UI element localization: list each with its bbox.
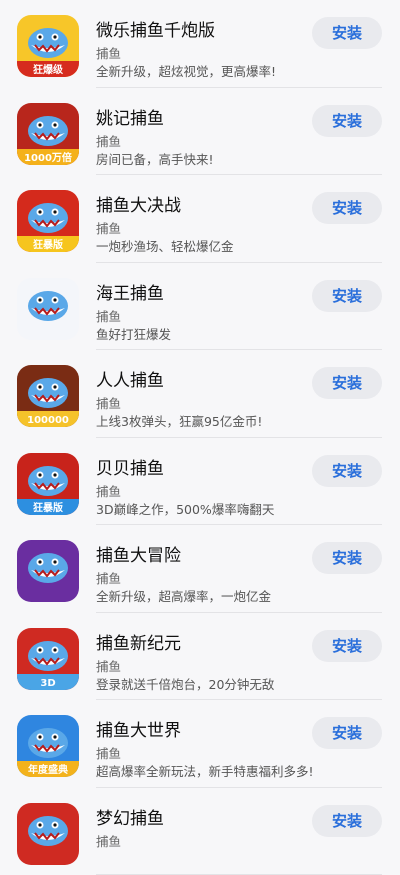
app-list: 狂爆级 微乐捕鱼千炮版 捕鱼 全新升级，超炫视觉，更高爆率! 安装 1000万倍… bbox=[0, 0, 400, 875]
app-icon[interactable] bbox=[17, 278, 79, 340]
app-title: 人人捕鱼 bbox=[96, 366, 164, 391]
app-description: 全新升级，超炫视觉，更高爆率! bbox=[96, 61, 276, 80]
svg-text:年度盛典: 年度盛典 bbox=[28, 763, 68, 776]
app-title: 捕鱼大决战 bbox=[96, 191, 181, 216]
svg-text:狂暴版: 狂暴版 bbox=[33, 501, 63, 514]
install-button[interactable]: 安装 bbox=[312, 17, 382, 49]
app-list-item[interactable]: 1000万倍 姚记捕鱼 捕鱼 房间已备，高手快来! 安装 bbox=[0, 88, 400, 176]
app-category: 捕鱼 bbox=[96, 831, 121, 850]
app-icon[interactable]: 狂爆级 bbox=[17, 15, 79, 77]
app-description: 超高爆率全新玩法，新手特惠福利多多! bbox=[96, 761, 314, 780]
app-icon[interactable] bbox=[17, 803, 79, 865]
app-description: 登录就送千倍炮台，20分钟无敌 bbox=[96, 674, 274, 693]
app-title: 海王捕鱼 bbox=[96, 279, 164, 304]
app-title: 梦幻捕鱼 bbox=[96, 804, 164, 829]
app-category: 捕鱼 bbox=[96, 743, 121, 762]
app-list-item[interactable]: 狂爆级 微乐捕鱼千炮版 捕鱼 全新升级，超炫视觉，更高爆率! 安装 bbox=[0, 0, 400, 88]
app-icon[interactable]: 狂暴版 bbox=[17, 190, 79, 252]
app-title: 姚记捕鱼 bbox=[96, 104, 164, 129]
svg-text:3D: 3D bbox=[40, 678, 55, 689]
app-list-item[interactable]: 年度盛典 捕鱼大世界 捕鱼 超高爆率全新玩法，新手特惠福利多多! 安装 bbox=[0, 700, 400, 788]
install-button[interactable]: 安装 bbox=[312, 455, 382, 487]
install-button[interactable]: 安装 bbox=[312, 542, 382, 574]
app-list-item[interactable]: 梦幻捕鱼 捕鱼 安装 bbox=[0, 788, 400, 875]
install-button[interactable]: 安装 bbox=[312, 805, 382, 837]
app-category: 捕鱼 bbox=[96, 393, 121, 412]
app-icon[interactable]: 年度盛典 bbox=[17, 715, 79, 777]
app-icon[interactable] bbox=[17, 540, 79, 602]
app-category: 捕鱼 bbox=[96, 131, 121, 150]
app-category: 捕鱼 bbox=[96, 656, 121, 675]
app-list-item[interactable]: 3D 捕鱼新纪元 捕鱼 登录就送千倍炮台，20分钟无敌 安装 bbox=[0, 613, 400, 701]
app-description: 一炮秒渔场、轻松爆亿金 bbox=[96, 236, 234, 255]
app-category: 捕鱼 bbox=[96, 568, 121, 587]
app-title: 捕鱼新纪元 bbox=[96, 629, 181, 654]
svg-text:1000万倍: 1000万倍 bbox=[24, 151, 72, 164]
app-description: 鱼好打狂爆发 bbox=[96, 324, 171, 343]
app-description: 3D巅峰之作，500%爆率嗨翻天 bbox=[96, 499, 274, 518]
app-icon[interactable]: 3D bbox=[17, 628, 79, 690]
install-button[interactable]: 安装 bbox=[312, 105, 382, 137]
install-button[interactable]: 安装 bbox=[312, 192, 382, 224]
app-icon[interactable]: 狂暴版 bbox=[17, 453, 79, 515]
app-description: 全新升级，超高爆率，一炮亿金 bbox=[96, 586, 271, 605]
install-button[interactable]: 安装 bbox=[312, 630, 382, 662]
app-category: 捕鱼 bbox=[96, 481, 121, 500]
app-title: 捕鱼大世界 bbox=[96, 716, 181, 741]
svg-text:狂爆级: 狂爆级 bbox=[33, 63, 64, 76]
app-description: 房间已备，高手快来! bbox=[96, 149, 214, 168]
svg-text:100000: 100000 bbox=[27, 415, 69, 426]
app-list-item[interactable]: 海王捕鱼 捕鱼 鱼好打狂爆发 安装 bbox=[0, 263, 400, 351]
app-category: 捕鱼 bbox=[96, 306, 121, 325]
install-button[interactable]: 安装 bbox=[312, 717, 382, 749]
app-icon[interactable]: 100000 bbox=[17, 365, 79, 427]
svg-text:狂暴版: 狂暴版 bbox=[33, 238, 63, 251]
install-button[interactable]: 安装 bbox=[312, 280, 382, 312]
app-title: 微乐捕鱼千炮版 bbox=[96, 16, 215, 41]
app-list-item[interactable]: 狂暴版 贝贝捕鱼 捕鱼 3D巅峰之作，500%爆率嗨翻天 安装 bbox=[0, 438, 400, 526]
app-category: 捕鱼 bbox=[96, 218, 121, 237]
app-icon[interactable]: 1000万倍 bbox=[17, 103, 79, 165]
app-list-item[interactable]: 100000 人人捕鱼 捕鱼 上线3枚弹头，狂赢95亿金币! 安装 bbox=[0, 350, 400, 438]
app-list-item[interactable]: 捕鱼大冒险 捕鱼 全新升级，超高爆率，一炮亿金 安装 bbox=[0, 525, 400, 613]
app-title: 贝贝捕鱼 bbox=[96, 454, 164, 479]
app-list-item[interactable]: 狂暴版 捕鱼大决战 捕鱼 一炮秒渔场、轻松爆亿金 安装 bbox=[0, 175, 400, 263]
app-description: 上线3枚弹头，狂赢95亿金币! bbox=[96, 411, 262, 430]
app-title: 捕鱼大冒险 bbox=[96, 541, 181, 566]
install-button[interactable]: 安装 bbox=[312, 367, 382, 399]
app-category: 捕鱼 bbox=[96, 43, 121, 62]
